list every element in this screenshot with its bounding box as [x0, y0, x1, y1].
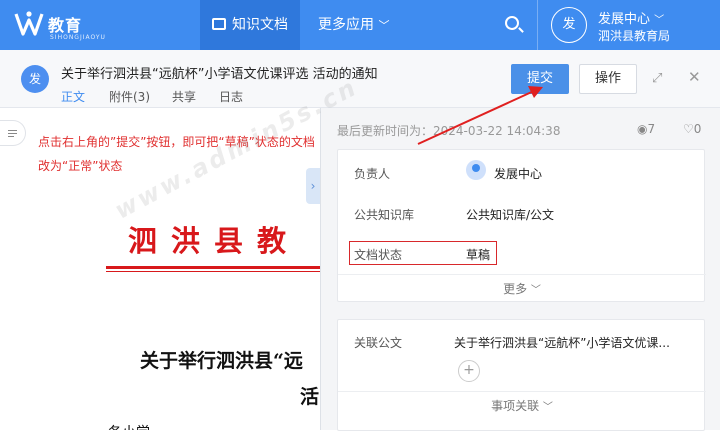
nav-more-apps[interactable]: 更多应用 ﹀ [306, 0, 401, 50]
document-icon [212, 18, 226, 30]
tab-attachments[interactable]: 附件(3) [109, 88, 150, 108]
tab-share[interactable]: 共享 [172, 88, 196, 108]
eye-icon: ◉ [637, 122, 648, 136]
chevron-down-icon: ﹀ [530, 285, 541, 296]
user-menu[interactable]: 发 发展中心 ﹀ 泗洪县教育局 [537, 0, 720, 50]
owner-value: 发展中心 [494, 167, 543, 181]
doc-heading-line2: 活 [300, 386, 320, 408]
status-badge: 草稿 [466, 248, 491, 262]
doc-avatar: 发 [21, 65, 49, 93]
info-card: 负责人 发展中心 公共知识库 公共知识库/公文 文档状态 草稿 更多 ﹀ [337, 149, 706, 302]
chevron-down-icon: ﹀ [378, 19, 390, 32]
nav-more-label: 更多应用 [318, 17, 374, 33]
top-bar: 教育 SIHONGJIAOYU 知识文档 更多应用 ﹀ 发 发展中心 ﹀ 泗洪县… [0, 0, 720, 50]
expand-icon[interactable]: ⤢ [652, 72, 666, 86]
user-org: 泗洪县教育局 [598, 29, 671, 43]
library-label: 公共知识库 [354, 208, 415, 222]
thumb-up-icon: ♡ [683, 122, 694, 136]
search-icon[interactable] [505, 16, 519, 30]
document-header: 发 关于举行泗洪县“远航杯”小学语文优课评选 活动的通知 正文 附件(3) 共享… [0, 50, 720, 110]
doc-heading-line1: 关于举行泗洪县“远 [140, 350, 303, 372]
outline-icon[interactable] [0, 120, 26, 146]
document-body: 点击右上角的”提交”按钮，即可把“草稿”状态的文档改为“正常”状态 泗洪县教 关… [0, 108, 320, 430]
doc-red-header: 泗洪县教 [128, 224, 301, 258]
submit-button[interactable]: 提交 [511, 64, 569, 94]
logo-text: 教育 [48, 16, 83, 35]
user-icon [466, 160, 486, 180]
add-icon[interactable]: + [458, 360, 480, 382]
related-value[interactable]: 关于举行泗洪县“远航杯”小学语文优课... [454, 334, 670, 351]
library-value: 公共知识库/公文 [466, 208, 555, 222]
divider [338, 274, 706, 275]
owner-label: 负责人 [354, 167, 391, 181]
tab-log[interactable]: 日志 [219, 88, 243, 108]
doc-paragraph: 各小学 [108, 422, 150, 430]
page-title: 关于举行泗洪县“远航杯”小学语文优课评选 活动的通知 [61, 67, 378, 82]
nav-knowledge-label: 知识文档 [232, 17, 288, 33]
divider [338, 391, 706, 392]
chevron-right-icon: › [310, 179, 316, 193]
related-link-button[interactable]: 事项关联 ﹀ [338, 397, 706, 414]
nav-knowledge-docs[interactable]: 知识文档 [200, 0, 300, 50]
annotation-text: 点击右上角的”提交”按钮，即可把“草稿”状态的文档改为“正常”状态 [38, 135, 315, 173]
chevron-down-icon: ﹀ [542, 402, 553, 413]
user-name: 发展中心 ﹀ [598, 12, 665, 27]
last-updated: 最后更新时间为：2024-03-22 14:04:38 [337, 124, 561, 138]
view-count: ◉7 [637, 122, 656, 136]
info-panel: 最后更新时间为：2024-03-22 14:04:38 ◉7 ♡0 负责人 发展… [321, 108, 720, 431]
more-button[interactable]: 更多 ﹀ [338, 280, 706, 297]
status-label: 文档状态 [354, 248, 403, 262]
action-button[interactable]: 操作 [579, 64, 637, 94]
tab-body[interactable]: 正文 [61, 88, 86, 110]
collapse-toggle[interactable]: › [306, 168, 320, 204]
close-icon[interactable]: ✕ [688, 70, 702, 85]
divider [106, 271, 320, 272]
divider [106, 266, 320, 269]
avatar: 发 [551, 7, 587, 43]
chevron-down-icon: ﹀ [654, 15, 665, 26]
logo-mark [14, 11, 44, 36]
related-card: 关联公文 关于举行泗洪县“远航杯”小学语文优课... + 事项关联 ﹀ [337, 319, 706, 431]
logo-subtext: SIHONGJIAOYU [50, 34, 106, 41]
logo[interactable]: 教育 SIHONGJIAOYU [14, 8, 114, 44]
related-label: 关联公文 [354, 336, 403, 350]
like-count[interactable]: ♡0 [683, 122, 701, 136]
